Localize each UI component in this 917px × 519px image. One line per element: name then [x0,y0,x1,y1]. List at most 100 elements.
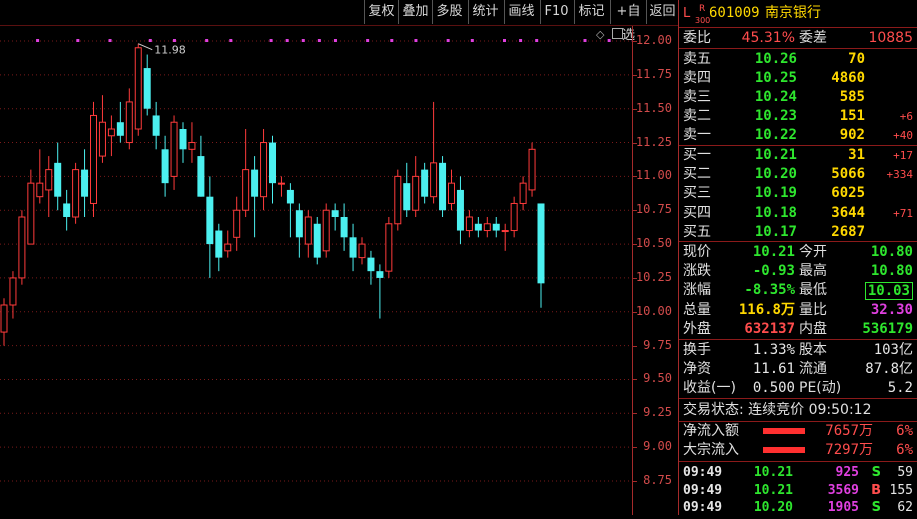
signal-dot [535,39,538,42]
trade-status-row: 交易状态: 连续竞价 09:50:12 [679,401,917,420]
candle-body [431,163,437,197]
candle-body [99,122,105,156]
signal-dot [36,39,39,42]
candle-body [367,258,374,272]
candle-body [278,183,284,184]
candle-body [73,170,79,217]
stat-value: 10.03 [865,282,913,300]
signal-dot [519,39,522,42]
high-annotation: 11.98 [154,44,186,57]
fundamental-label: 股本 [799,341,827,360]
stat-row: 外盘632137内盘536179 [679,320,917,339]
bids-row[interactable]: 买三10.196025 [679,184,917,203]
price-tick [633,109,637,110]
price-tick [633,244,637,245]
fundamental-row: 收益(一)0.500PE(动)5.2 [679,379,917,398]
candlestick-chart[interactable]: 11.98 ◇ [0,26,632,515]
asks-row[interactable]: 卖四10.254860 [679,69,917,88]
candle-body [1,305,7,332]
stat-label: 最高 [799,262,827,281]
fundamental-row: 净资11.61流通87.8亿 [679,360,917,379]
candle-body [63,203,70,217]
asks-volume: 585 [840,88,865,107]
tick-volume: 1905 [828,498,859,517]
signal-dot [447,39,450,42]
candle-body [511,203,517,230]
signal-dot [205,39,208,42]
bids-row[interactable]: 买四10.183644+71 [679,204,917,223]
asks-row[interactable]: 卖五10.2670 [679,50,917,69]
price-tick [633,278,637,279]
price-tick-label: 9.25 [643,405,672,419]
multi-stock-button[interactable]: 多股 [432,0,466,24]
candle-body [493,224,500,231]
fundamental-row: 换手1.33%股本103亿 [679,341,917,360]
candle-body [359,244,365,258]
bids-level-label: 买二 [683,165,711,184]
flow-percent: 6% [896,441,913,460]
stat-row: 涨幅-8.35%最低10.03 [679,281,917,300]
candle-body [251,170,258,197]
asks-row[interactable]: 卖一10.22902+40 [679,126,917,145]
scroll-box-icon[interactable] [612,28,623,39]
fuquan-button[interactable]: 复权 [364,0,398,24]
candle-body [269,143,276,184]
asks-level-label: 卖三 [683,88,711,107]
divider [679,241,917,242]
tick-count: 155 [890,481,913,500]
weibi-label: 委比 [683,29,711,48]
candle-body [180,129,187,149]
candle-body [19,217,25,278]
asks-volume: 4860 [831,69,865,88]
asks-change: +6 [900,107,913,126]
bids-row[interactable]: 买二10.205066+334 [679,165,917,184]
divider [679,398,917,399]
candle-body [108,129,114,136]
candle-body [538,203,545,283]
asks-row[interactable]: 卖三 10.24 585 [679,88,917,107]
signal-dot [318,39,321,42]
bids-volume: 3644 [831,204,865,223]
add-watchlist-button[interactable]: +自选 [610,0,646,24]
weicha-label: 委差 [799,29,827,48]
stock-header: L R 300 601009 南京银行 [679,4,917,23]
draw-line-button[interactable]: 画线 [504,0,538,24]
flow-value: 7297万 [825,441,873,460]
fundamental-value: 11.61 [753,360,795,379]
trade-status: 交易状态: 连续竞价 09:50:12 [683,401,872,420]
bids-level-label: 买一 [683,146,711,165]
candle-body [117,122,124,136]
price-tick-label: 8.75 [643,473,672,487]
bids-change: +17 [893,146,913,165]
stat-label: 涨跌 [683,262,711,281]
price-tick [633,176,637,177]
signal-dot [302,39,305,42]
signal-dot [270,39,273,42]
asks-volume: 902 [840,126,865,145]
candle-body [144,68,151,109]
bids-row[interactable]: 买五10.172687 [679,223,917,242]
candle-body [484,224,490,231]
asks-price: 10.26 [755,50,797,69]
tick-count: 62 [897,498,913,517]
candle-body [502,231,508,232]
overlay-button[interactable]: 叠加 [398,0,432,24]
bids-level-label: 买五 [683,223,711,242]
mark-button[interactable]: 标记 [574,0,608,24]
bids-row[interactable]: 买一10.2131+17 [679,146,917,165]
bids-level-label: 买三 [683,184,711,203]
asks-price: 10.24 [755,88,797,107]
candle-body [529,149,535,190]
collapse-diamond-icon[interactable]: ◇ [596,28,604,41]
f10-button[interactable]: F10 [540,0,572,24]
asks-row[interactable]: 卖二10.23151+6 [679,107,917,126]
signal-dot [390,39,393,42]
statistics-button[interactable]: 统计 [468,0,502,24]
stat-label: 总量 [683,301,711,320]
tick-row: 09:4910.21925S59 [679,463,917,482]
price-tick [633,41,637,42]
back-button[interactable]: 返回 [646,0,678,24]
flow-percent: 6% [896,422,913,441]
candle-body [91,115,97,203]
candle-body [162,149,169,183]
